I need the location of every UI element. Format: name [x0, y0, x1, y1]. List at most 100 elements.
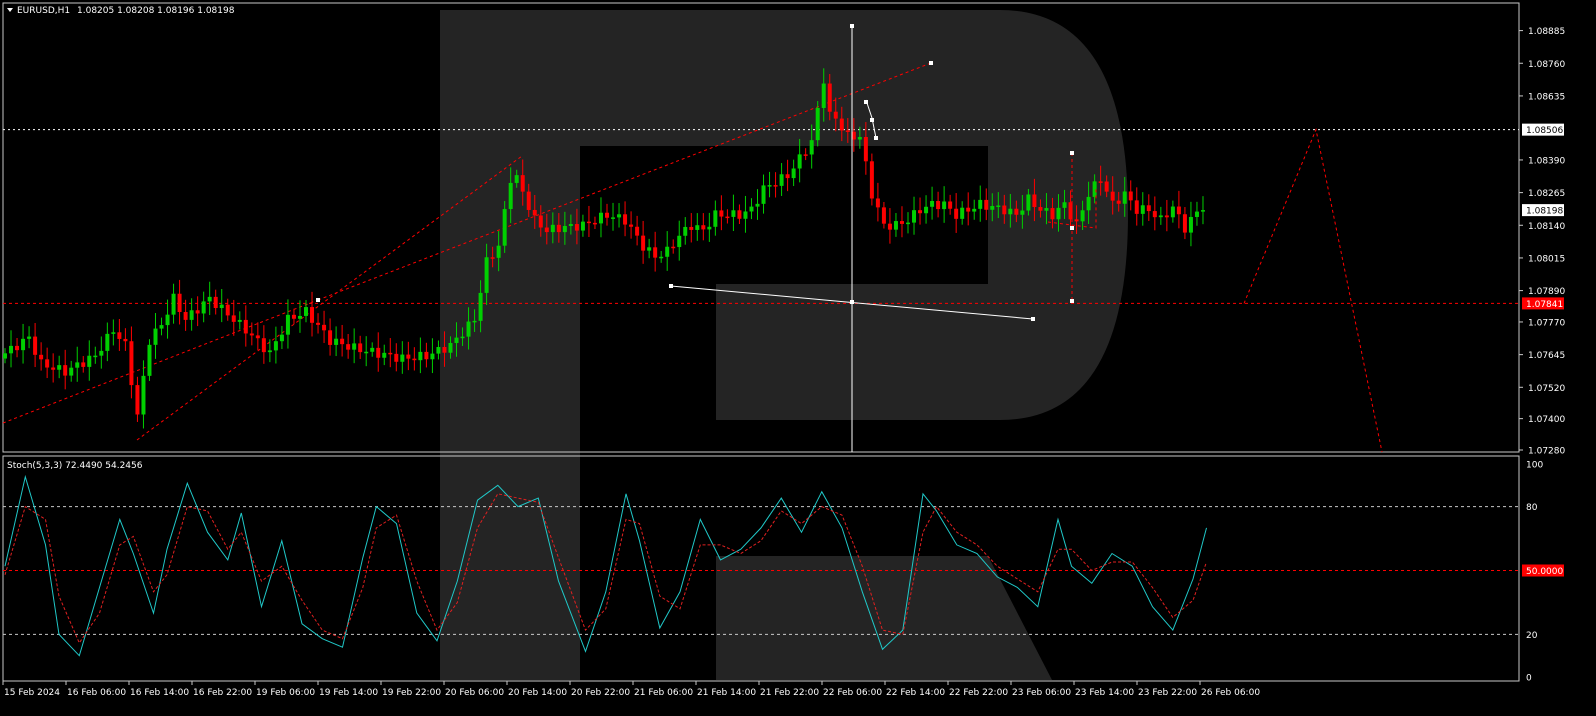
wave-anchor[interactable] — [874, 136, 878, 140]
candle-bear — [195, 310, 200, 314]
price-tick-label: 1.08635 — [1528, 92, 1565, 102]
price-tick-label: 1.08265 — [1528, 189, 1565, 199]
candle-bear — [376, 347, 381, 358]
trendline-anchor[interactable] — [316, 298, 320, 302]
candle-bull — [207, 296, 212, 302]
candle-bull — [9, 345, 14, 354]
candle-bear — [1176, 206, 1181, 215]
time-tick-label: 16 Feb 06:00 — [67, 688, 126, 698]
measure-anchor[interactable] — [669, 284, 673, 288]
candle-bull — [514, 175, 519, 183]
candle-bear — [954, 208, 959, 219]
time-tick-label: 20 Feb 06:00 — [445, 688, 504, 698]
candle-bear — [936, 200, 941, 210]
candle-bull — [352, 343, 357, 350]
candle-bull — [683, 226, 688, 236]
stoch-lines-layer — [4, 474, 1207, 657]
candle-bear — [948, 201, 953, 209]
candle-bear — [869, 161, 874, 199]
candle-bull — [749, 206, 754, 212]
candle-bear — [1050, 208, 1055, 220]
candle-bear — [1110, 191, 1115, 201]
candle-bull — [1170, 206, 1175, 218]
time-tick-label: 22 Feb 22:00 — [949, 688, 1008, 698]
candle-bear — [1134, 200, 1139, 214]
candle-bear — [605, 212, 609, 218]
candle-bear — [39, 354, 44, 360]
stoch-axis: 100 80 50.0000 20 0 — [1522, 461, 1564, 684]
candle-bull — [779, 174, 784, 186]
candle-bull — [677, 235, 682, 248]
red-marker-anchor[interactable] — [1070, 226, 1074, 230]
candle-bull — [767, 185, 772, 187]
candle-bear — [388, 352, 393, 355]
candle-bear — [406, 354, 411, 359]
candle-bear — [394, 353, 399, 362]
candle-bull — [304, 307, 308, 316]
candle-bear — [1116, 200, 1121, 204]
candle-bear — [51, 367, 56, 370]
candle-bull — [165, 314, 170, 326]
candle-bear — [574, 224, 579, 231]
red-marker-anchor[interactable] — [1070, 299, 1074, 303]
candle-bear — [1074, 219, 1079, 222]
dropdown-triangle-icon[interactable] — [7, 8, 13, 12]
candle-bull — [647, 247, 652, 251]
candle-bear — [875, 198, 880, 208]
ohlc-values: 1.08205 1.08208 1.08196 1.08198 — [77, 6, 235, 16]
time-tick-label: 19 Feb 06:00 — [256, 688, 315, 698]
candle-bull — [382, 352, 387, 358]
wave-anchor[interactable] — [864, 100, 868, 104]
vertical-marker-anchor[interactable] — [850, 24, 854, 28]
candle-bull — [761, 185, 766, 204]
candle-bear — [177, 293, 182, 313]
resistance-price-label: 1.08506 — [1526, 126, 1563, 136]
candle-bull — [237, 319, 242, 322]
stoch-signal-line — [4, 493, 1207, 644]
candle-bull — [990, 206, 995, 210]
candle-bear — [827, 83, 832, 112]
time-tick-label: 22 Feb 14:00 — [886, 688, 945, 698]
candle-bull — [797, 154, 802, 169]
candle-bull — [370, 347, 375, 352]
candle-bear — [310, 307, 315, 323]
trendline-anchor[interactable] — [929, 61, 933, 65]
candle-bear — [1032, 194, 1037, 208]
forecast-path[interactable] — [1243, 127, 1383, 453]
candle-bull — [598, 212, 603, 224]
candle-bull — [99, 350, 104, 356]
candle-bull — [821, 83, 826, 108]
time-tick-label: 16 Feb 14:00 — [130, 688, 189, 698]
brand-watermark — [440, 10, 1128, 680]
stoch-main-line — [4, 474, 1207, 657]
candle-bull — [75, 362, 80, 368]
candle-bull — [111, 332, 116, 334]
candle-bear — [213, 296, 218, 309]
candle-bull — [430, 353, 435, 360]
candle-bull — [1140, 205, 1145, 214]
candle-bull — [147, 344, 152, 376]
candle-bull — [960, 207, 965, 219]
candle-bear — [1002, 205, 1007, 215]
candle-bear — [225, 304, 230, 316]
wave-anchor[interactable] — [870, 118, 874, 122]
measure-anchor[interactable] — [1031, 317, 1035, 321]
symbol-label: EURUSD,H1 — [17, 6, 70, 16]
candle-bull — [27, 336, 32, 339]
time-tick-label: 20 Feb 14:00 — [508, 688, 567, 698]
candle-bull — [1056, 207, 1061, 220]
candle-bull — [1044, 208, 1049, 211]
trendline-lower[interactable] — [2, 299, 319, 424]
candle-bear — [33, 336, 38, 355]
candle-bear — [586, 221, 591, 224]
candle-bull — [978, 199, 983, 209]
candle-bear — [412, 358, 417, 361]
price-chart[interactable]: 1.08885 1.08760 1.08635 1.08506 1.08390 1.082… — [0, 0, 1596, 716]
candle-bear — [984, 199, 989, 210]
candle-bull — [695, 225, 700, 230]
candle-bull — [1086, 196, 1091, 211]
red-marker-anchor[interactable] — [1070, 151, 1074, 155]
price-tick-label: 1.08015 — [1528, 254, 1565, 264]
candle-bull — [1080, 210, 1085, 222]
candle-bear — [532, 209, 537, 216]
